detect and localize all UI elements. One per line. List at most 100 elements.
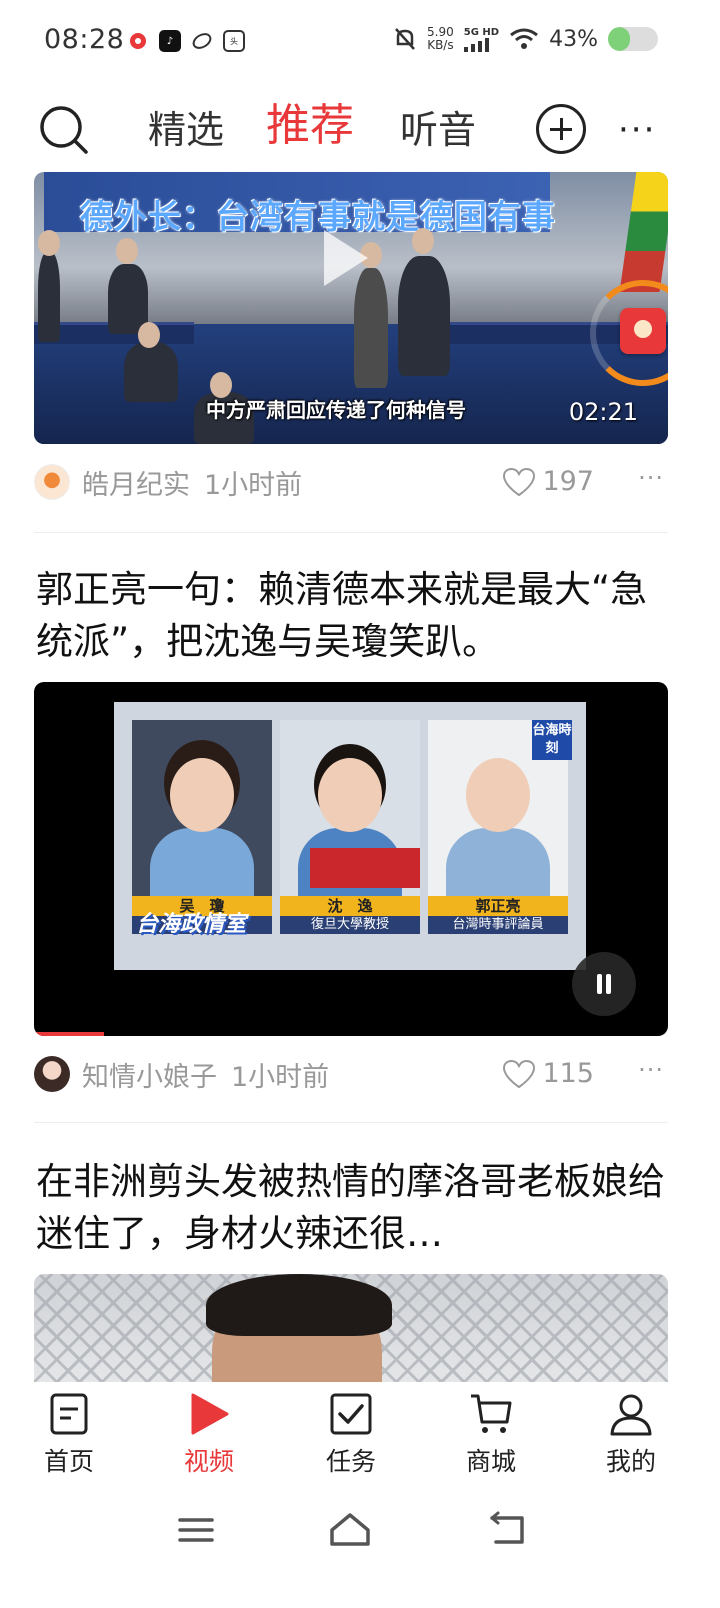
task-check-icon [330,1393,372,1435]
divider [34,532,668,533]
person [398,256,450,376]
video-overlay-title: 德外长：台湾有事就是德国有事 [80,197,556,236]
tab-label: 视频 [183,1447,234,1476]
cloud-icon [191,30,213,52]
douyin-icon: ♪ [159,30,181,52]
panel-role: 台灣時事評論員 [428,916,568,934]
person-face [466,758,530,832]
battery-percent: 43% [549,26,598,52]
post-time: 1小时前 [204,469,303,501]
person [38,252,60,342]
person-head [38,230,60,256]
net-speed: 5.90 KB/s [427,26,454,52]
back-icon[interactable] [486,1508,530,1552]
cart-icon [471,1394,512,1433]
tab-recommended[interactable]: 推荐 [266,100,354,152]
like-button[interactable]: 115 [502,1058,594,1089]
red-book [310,848,420,888]
tab-label: 商城 [465,1447,516,1476]
tab-profile[interactable]: 我的 [576,1392,686,1488]
avatar[interactable] [34,1056,70,1092]
signal-icon [463,37,489,52]
video-player[interactable]: 吴 瓊 主 播 沈 逸 復旦大學教授 郭正亮 台灣時事評論員 台海時刻 台海政情… [34,682,668,1036]
flag [619,172,668,292]
search-icon[interactable] [38,104,90,156]
more-icon[interactable]: ··· [618,110,656,150]
heart-icon [503,467,536,496]
article-title[interactable]: 郭正亮一句：赖清德本来就是最大“急统派”，把沈逸与吴瓊笑趴。 [36,564,676,668]
battery-fill [608,27,630,51]
top-nav: 精选 推荐 听音 ··· [0,96,720,166]
red-packet-icon [620,308,666,354]
tab-video[interactable]: 视频 [154,1392,264,1488]
like-count: 197 [542,466,594,497]
tab-tasks[interactable]: 任务 [296,1392,406,1488]
post-time: 1小时前 [231,1061,330,1093]
wifi-icon [510,28,539,49]
video-frame: 吴 瓊 主 播 沈 逸 復旦大學教授 郭正亮 台灣時事評論員 台海時刻 台海政情… [114,702,586,970]
author-name[interactable]: 知情小娘子 [82,1055,217,1094]
pause-button[interactable] [572,952,636,1016]
video-thumbnail[interactable] [34,1274,668,1382]
author-name[interactable]: 皓月纪实 [82,463,190,502]
person-face [170,758,234,832]
tab-home[interactable]: 首页 [14,1392,124,1488]
person-face [318,758,382,832]
video-panel: 吴 瓊 主 播 [132,720,272,934]
home-icon[interactable] [328,1508,372,1552]
status-bar: 08:28 ♪ 头 5.90 KB/s 5G HD 43% [0,0,720,86]
system-nav-bar [0,1500,720,1560]
like-count: 115 [542,1058,594,1089]
item-meta: 皓月纪实 1小时前 197 ··· [34,462,668,502]
panel-name: 郭正亮 [428,896,568,916]
add-icon[interactable] [536,104,586,154]
document-icon [50,1393,88,1435]
heart-icon [503,1059,536,1088]
tab-label: 任务 [325,1447,376,1476]
tab-label: 我的 [605,1447,656,1476]
video-panel: 沈 逸 復旦大學教授 [280,720,420,934]
feed: 德外长：台湾有事就是德国有事 中方严肃回应传递了何种信号 02:21 皓月纪实 … [0,172,720,1382]
play-icon [191,1393,229,1435]
toutiao-icon: 头 [223,30,245,52]
more-options-icon[interactable]: ··· [638,464,664,492]
person-hair [206,1274,392,1336]
person-body [150,828,254,896]
bottom-tab-bar: 首页 视频 任务 商城 我的 [0,1382,720,1492]
video-progress[interactable] [34,1032,104,1036]
panel-role: 復旦大學教授 [280,916,420,934]
tab-featured[interactable]: 精选 [148,104,224,156]
video-duration: 02:21 [568,398,638,426]
menu-icon[interactable] [174,1508,218,1552]
tab-mall[interactable]: 商城 [436,1392,546,1488]
app-notification-icon [127,30,149,52]
more-options-icon[interactable]: ··· [638,1056,664,1084]
status-right-group: 5.90 KB/s 5G HD 43% [393,26,658,52]
item-meta: 知情小娘子 1小时前 115 ··· [34,1054,668,1094]
status-app-icons: ♪ 头 [127,30,245,52]
person-body [446,828,550,896]
net-type: 5G HD [463,26,500,38]
status-time: 08:28 [44,24,125,55]
divider [34,1122,668,1123]
tab-label: 首页 [43,1447,94,1476]
person-head [116,238,138,264]
channel-corner-logo: 台海時刻 [532,720,572,760]
tab-listen[interactable]: 听音 [400,104,476,156]
like-button[interactable]: 197 [502,466,594,497]
video-thumbnail[interactable]: 德外长：台湾有事就是德国有事 中方严肃回应传递了何种信号 02:21 [34,172,668,444]
panel-name: 沈 逸 [280,896,420,916]
article-title[interactable]: 在非洲剪头发被热情的摩洛哥老板娘给迷住了，身材火辣还很… [36,1156,676,1260]
show-logo: 台海政情室 [136,912,247,937]
video-subtitle: 中方严肃回应传递了何种信号 [206,398,466,422]
person-icon [610,1394,652,1436]
person-head [138,322,160,348]
net-speed-unit: KB/s [427,38,454,52]
play-icon[interactable] [324,230,368,286]
person [124,342,178,402]
person-head [412,228,434,254]
battery-icon [608,27,658,51]
person [354,268,388,388]
mute-icon [395,28,415,50]
avatar[interactable] [34,464,70,500]
